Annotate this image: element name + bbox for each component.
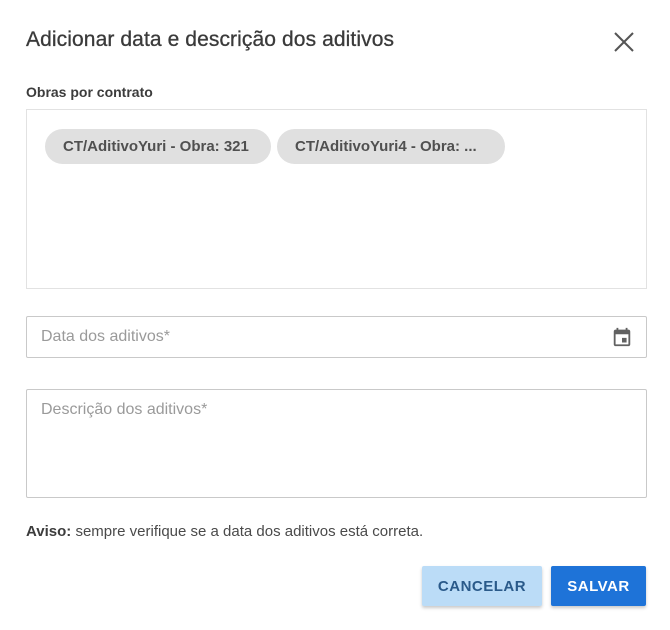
contracts-label: Obras por contrato <box>26 84 153 100</box>
calendar-button[interactable] <box>610 325 634 349</box>
calendar-icon <box>613 327 631 347</box>
notice-text: Aviso: sempre verifique se a data dos ad… <box>26 523 423 540</box>
description-field <box>26 389 647 498</box>
save-button[interactable]: SALVAR <box>551 566 646 606</box>
date-input[interactable] <box>41 327 601 347</box>
dialog-title: Adicionar data e descrição dos aditivos <box>26 28 395 51</box>
contract-chip[interactable]: CT/AditivoYuri4 - Obra: ... <box>277 129 505 164</box>
cancel-button[interactable]: CANCELAR <box>422 566 542 606</box>
date-field <box>26 316 647 358</box>
notice-message: sempre verifique se a data dos aditivos … <box>71 523 424 540</box>
description-textarea[interactable] <box>41 401 631 487</box>
add-additives-dialog: Adicionar data e descrição dos aditivos … <box>0 0 670 630</box>
contract-chip[interactable]: CT/AditivoYuri - Obra: 321 <box>45 129 271 164</box>
contracts-chip-list: CT/AditivoYuri - Obra: 321 CT/AditivoYur… <box>26 109 647 289</box>
notice-label: Aviso: <box>26 523 72 540</box>
close-button[interactable] <box>610 28 638 56</box>
close-icon <box>614 32 634 52</box>
